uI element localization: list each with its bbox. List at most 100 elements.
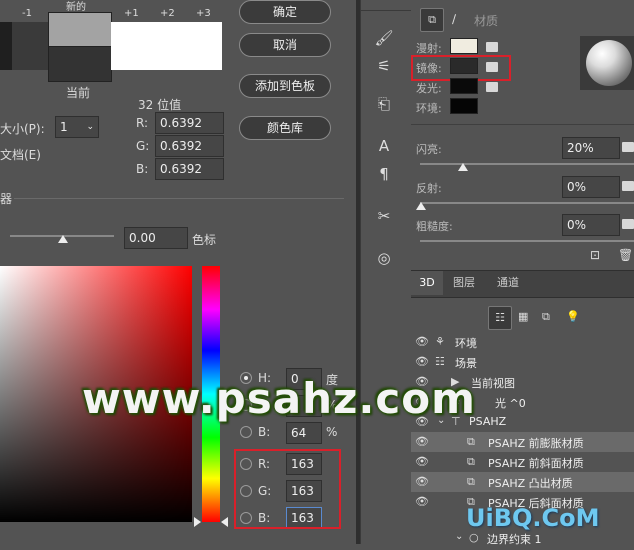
color-libraries-button[interactable]: 颜色库 — [239, 116, 331, 140]
shine-label: 闪亮: — [416, 143, 442, 156]
ambient-label: 环境: — [416, 102, 442, 115]
tab-3d[interactable]: 3D — [411, 271, 443, 295]
scene-filter-icon[interactable]: ☷ — [488, 306, 512, 330]
folder-icon[interactable] — [622, 219, 634, 229]
tree-item-label: PSAHZ 前斜面材质 — [488, 457, 584, 470]
reflection-slider-thumb[interactable] — [416, 202, 426, 210]
tree-row[interactable]: 👁 ⧉ PSAHZ 凸出材质 — [411, 472, 634, 492]
diffuse-swatch[interactable] — [450, 38, 478, 54]
folder-icon[interactable] — [486, 82, 498, 92]
tree-item-label: PSAHZ 前膨胀材质 — [488, 437, 584, 450]
shine-slider-track[interactable] — [420, 163, 634, 165]
tree-row[interactable]: 👁 ☷ 场景 — [411, 352, 634, 372]
eye-icon[interactable]: 👁 — [415, 336, 429, 347]
folder-icon[interactable] — [486, 42, 498, 52]
b32-input[interactable]: 0.6392 — [155, 158, 224, 180]
material-icon: ⧉ — [467, 455, 475, 468]
bits-label: 32 位值 — [138, 98, 182, 112]
eye-icon[interactable]: 👁 — [415, 456, 429, 467]
tree-row[interactable]: 👁 ⧉ PSAHZ 前膨胀材质 — [411, 432, 634, 452]
properties-title: 材质 — [474, 14, 499, 28]
mesh-filter-icon[interactable]: ▦ — [518, 310, 528, 323]
eye-icon[interactable]: 👁 — [415, 436, 429, 447]
material-icon: ⧉ — [467, 475, 475, 488]
tab-channels[interactable]: 通道 — [488, 271, 528, 295]
eye-icon[interactable]: 👁 — [415, 476, 429, 487]
size-select[interactable]: 1 ⌄ — [55, 116, 99, 138]
brightness-radio[interactable] — [240, 426, 252, 438]
brightness-unit: % — [326, 425, 338, 439]
cancel-button[interactable]: 取消 — [239, 33, 331, 57]
chevron-down-icon[interactable]: ⌄ — [455, 531, 463, 542]
color-picker-dialog: -1 新的 +1 +2 +3 当前 确定 取消 添加到色板 颜色库 32 位值 … — [0, 0, 358, 544]
scale-label-plus2: +2 — [160, 8, 175, 19]
tree-row[interactable]: ⌄ ○ 边界约束 1 — [411, 530, 634, 550]
watermark-corner: UiBQ.CoM — [466, 504, 600, 532]
scale-label-plus1: +1 — [124, 8, 139, 19]
reflection-input[interactable]: 0% — [562, 176, 620, 198]
g32-input[interactable]: 0.6392 — [155, 135, 224, 157]
divider — [411, 124, 634, 125]
creative-cloud-icon[interactable]: ◎ — [372, 246, 396, 270]
tool-strip-header — [361, 0, 411, 11]
tree-row[interactable]: 👁 ⧉ PSAHZ 前斜面材质 — [411, 452, 634, 472]
scale-label-plus3: +3 — [196, 8, 211, 19]
exposure-input[interactable]: 0.00 — [124, 227, 188, 249]
light-filter-icon[interactable]: 💡 — [566, 310, 580, 323]
paragraph-icon[interactable]: ¶ — [372, 162, 396, 186]
g32-label: G: — [136, 139, 150, 153]
ok-button[interactable]: 确定 — [239, 0, 331, 24]
material-mode-icon[interactable]: ⧉ — [420, 8, 444, 32]
character-icon[interactable]: A — [372, 134, 396, 158]
material-sphere — [586, 40, 632, 86]
folder-icon[interactable] — [622, 142, 634, 152]
tree-item-label: 光 ^0 — [495, 397, 526, 410]
constraint-icon: ○ — [469, 531, 479, 544]
reflection-slider-track[interactable] — [420, 202, 634, 204]
shine-slider-thumb[interactable] — [458, 163, 468, 171]
current-label: 当前 — [66, 86, 91, 100]
swatch-plus — [111, 22, 222, 70]
tree-item-label: 环境 — [455, 337, 477, 350]
exposure-slider-thumb[interactable] — [58, 235, 68, 243]
hue-slider-left-arrow[interactable] — [194, 517, 201, 527]
material-preview-box[interactable] — [580, 36, 634, 90]
tool-presets-icon[interactable]: ✂ — [372, 204, 396, 228]
trash-icon[interactable]: 🗑 — [618, 248, 633, 262]
reflection-label: 反射: — [416, 182, 442, 195]
roughness-label: 粗糙度: — [416, 220, 453, 233]
add-to-swatches-button[interactable]: 添加到色板 — [239, 74, 331, 98]
stops-label: 色标 — [192, 233, 217, 247]
folder-icon[interactable] — [622, 181, 634, 191]
eye-icon[interactable]: 👁 — [415, 496, 429, 507]
scale-label-minus1: -1 — [22, 8, 32, 19]
tree-item-label: 当前视图 — [471, 377, 515, 390]
illumination-swatch[interactable] — [450, 78, 478, 94]
chevron-down-icon: ⌄ — [86, 122, 94, 132]
shine-input[interactable]: 20% — [562, 137, 620, 159]
brightness-label: B: — [258, 425, 271, 439]
brush-icon[interactable]: 🖌 — [372, 26, 396, 50]
eye-icon[interactable]: 👁 — [415, 356, 429, 367]
current-color-swatch[interactable] — [48, 46, 112, 82]
environment-icon: ⚘ — [435, 335, 445, 348]
tree-row[interactable]: 👁 ⚘ 环境 — [411, 332, 634, 352]
swatch-minus1 — [12, 22, 48, 70]
doc-label: 文档(E) — [0, 148, 41, 162]
ambient-swatch[interactable] — [450, 98, 478, 114]
tab-layers[interactable]: 图层 — [445, 271, 483, 295]
hue-slider-right-arrow[interactable] — [221, 517, 228, 527]
tree-item-label: 边界约束 1 — [487, 533, 542, 546]
tree-item-label: PSAHZ 凸出材质 — [488, 477, 573, 490]
adjust-sliders-icon[interactable]: ⚟ — [372, 54, 396, 78]
new-texture-icon[interactable]: ⊡ — [590, 248, 600, 262]
tool-strip — [360, 0, 412, 544]
new-color-swatch — [48, 12, 112, 48]
r32-label: R: — [136, 116, 149, 130]
brightness-input[interactable]: 64 — [286, 422, 322, 444]
roughness-slider-track[interactable] — [420, 240, 634, 242]
clone-stamp-icon[interactable]: ⎗ — [372, 92, 396, 116]
r32-input[interactable]: 0.6392 — [155, 112, 224, 134]
material-filter-icon[interactable]: ⧉ — [542, 310, 550, 324]
roughness-input[interactable]: 0% — [562, 214, 620, 236]
